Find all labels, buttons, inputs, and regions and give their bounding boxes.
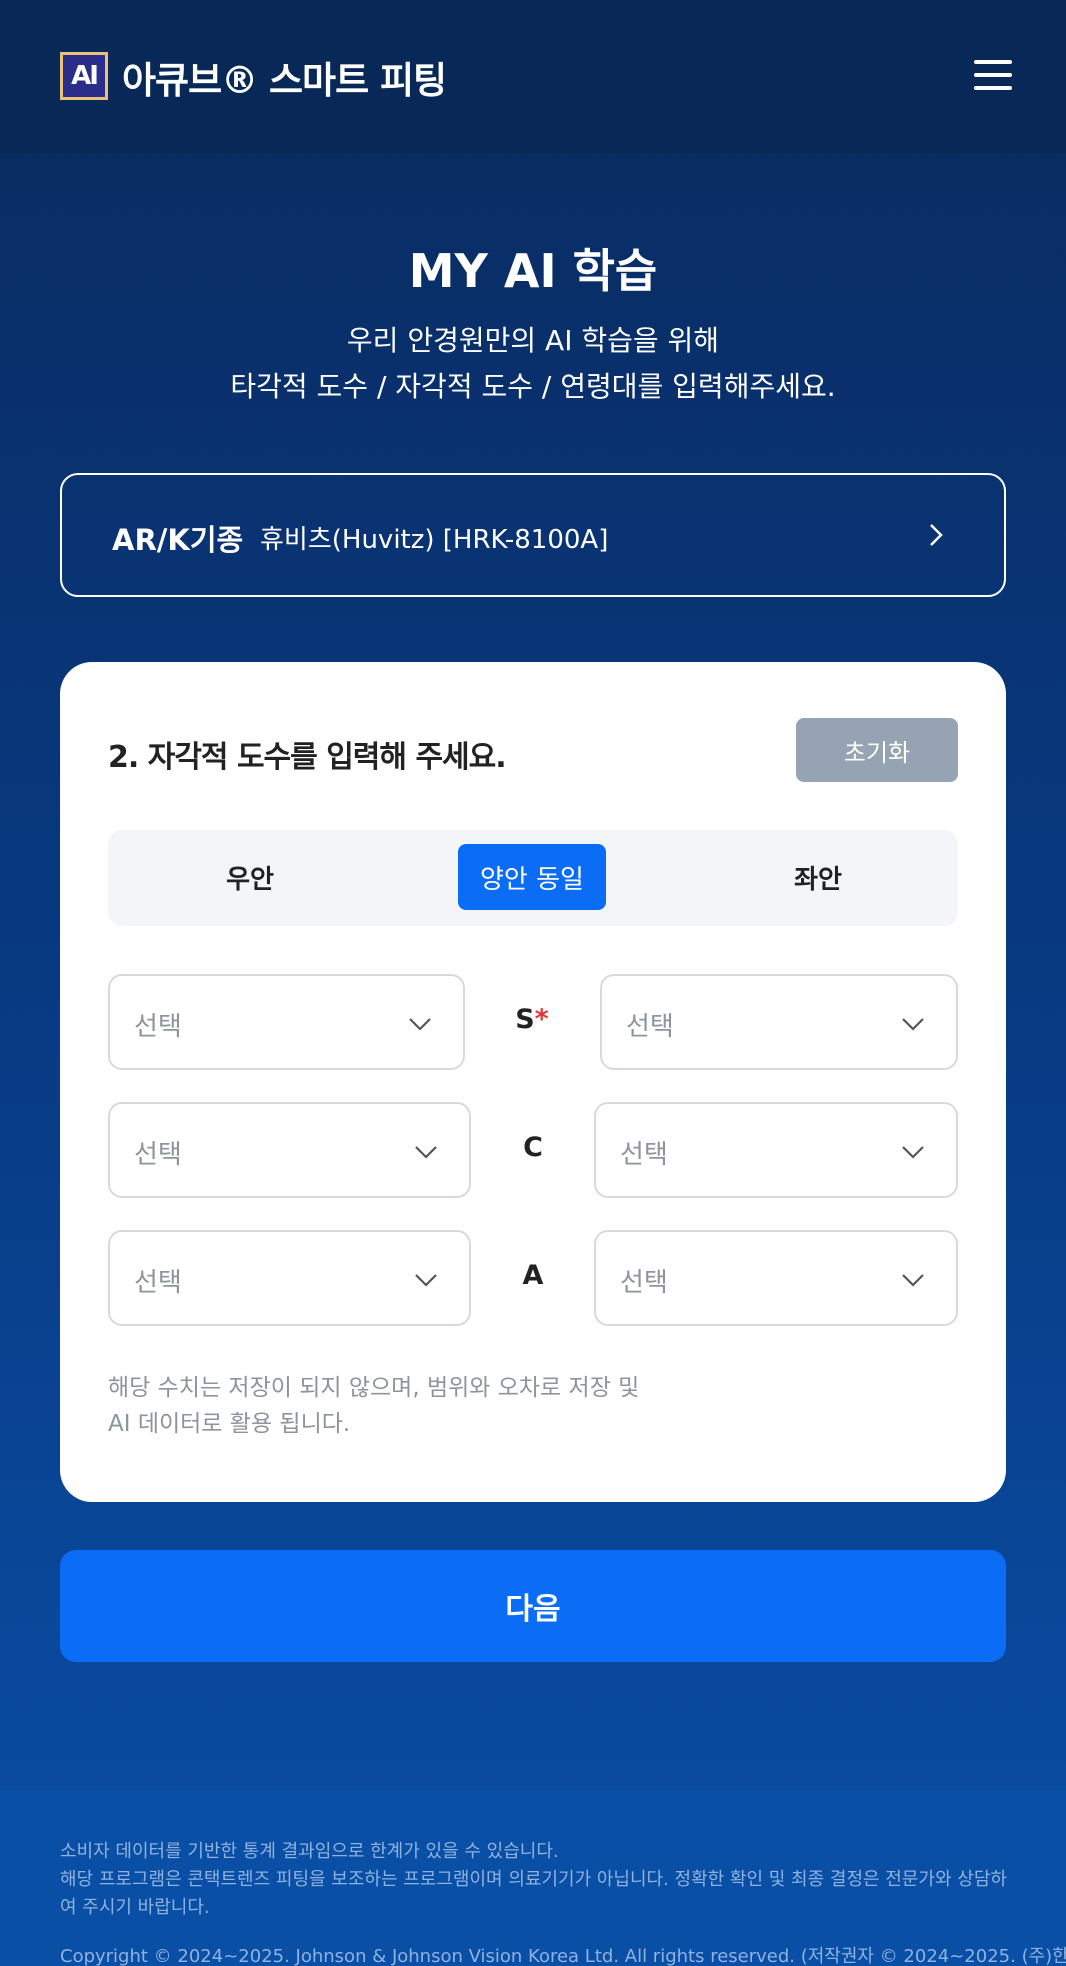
- chevron-right-icon: [930, 524, 943, 546]
- tab-right-eye[interactable]: 우안: [130, 844, 370, 910]
- s-label: S*: [502, 1004, 562, 1035]
- subjective-refraction-card: 2. 자각적 도수를 입력해 주세요. 초기화 우안 양안 동일 좌안 선택 S…: [60, 662, 1006, 1502]
- select-placeholder: 선택: [626, 1012, 674, 1042]
- subtitle-line-1: 우리 안경원만의 AI 학습을 위해: [346, 324, 720, 357]
- footer: 소비자 데이터를 기반한 통계 결과임으로 한계가 있을 수 있습니다. 해당 …: [0, 1790, 1066, 1966]
- select-placeholder: 선택: [134, 1268, 182, 1298]
- chevron-down-icon: [409, 1018, 431, 1031]
- a-label: A: [522, 1260, 544, 1291]
- a-left-select[interactable]: 선택: [594, 1230, 958, 1326]
- card-title: 2. 자각적 도수를 입력해 주세요.: [108, 740, 507, 775]
- c-right-select[interactable]: 선택: [108, 1102, 471, 1198]
- a-right-select[interactable]: 선택: [108, 1230, 471, 1326]
- note-line-2: AI 데이터로 활용 됩니다.: [108, 1411, 351, 1437]
- s-right-select[interactable]: 선택: [108, 974, 465, 1070]
- next-button[interactable]: 다음: [60, 1550, 1006, 1662]
- page-title: MY AI 학습: [408, 244, 658, 298]
- app-header: AI 아큐브® 스마트 피팅: [0, 0, 1066, 154]
- brand-title[interactable]: 아큐브® 스마트 피팅: [122, 50, 447, 104]
- select-placeholder: 선택: [134, 1140, 182, 1170]
- footer-disclaimer: 소비자 데이터를 기반한 통계 결과임으로 한계가 있을 수 있습니다. 해당 …: [60, 1838, 1010, 1922]
- tab-left-eye[interactable]: 좌안: [698, 844, 938, 910]
- disclaimer-line-2: 해당 프로그램은 콘택트렌즈 피팅을 보조하는 프로그램이며 의료기기가 아닙니…: [60, 1869, 1007, 1918]
- s-label-text: S: [515, 1004, 535, 1035]
- logo-text: AI: [71, 61, 99, 91]
- data-usage-note: 해당 수치는 저장이 되지 않으며, 범위와 오차로 저장 및 AI 데이터로 …: [108, 1370, 639, 1442]
- subtitle-line-2: 타각적 도수 / 자각적 도수 / 연령대를 입력해주세요.: [230, 370, 836, 403]
- chevron-down-icon: [902, 1274, 924, 1287]
- copyright-text: Copyright © 2024~2025. Johnson & Johnson…: [60, 1946, 1066, 1966]
- disclaimer-line-1: 소비자 데이터를 기반한 통계 결과임으로 한계가 있을 수 있습니다.: [60, 1841, 559, 1862]
- hamburger-menu-icon[interactable]: [974, 60, 1012, 90]
- reset-button[interactable]: 초기화: [796, 718, 958, 782]
- ark-model-selector[interactable]: AR/K기종 휴비츠(Huvitz) [HRK-8100A]: [60, 473, 1006, 597]
- select-placeholder: 선택: [620, 1140, 668, 1170]
- note-line-1: 해당 수치는 저장이 되지 않으며, 범위와 오차로 저장 및: [108, 1375, 640, 1401]
- ai-logo-icon: AI: [60, 52, 108, 100]
- select-placeholder: 선택: [134, 1012, 182, 1042]
- model-label: AR/K기종: [112, 523, 244, 557]
- chevron-down-icon: [902, 1146, 924, 1159]
- required-mark: *: [534, 1004, 549, 1035]
- chevron-down-icon: [415, 1274, 437, 1287]
- eye-segmented-control: 우안 양안 동일 좌안: [108, 830, 958, 926]
- chevron-down-icon: [415, 1146, 437, 1159]
- page-subtitle: 우리 안경원만의 AI 학습을 위해 타각적 도수 / 자각적 도수 / 연령대…: [0, 318, 1066, 410]
- c-left-select[interactable]: 선택: [594, 1102, 958, 1198]
- chevron-down-icon: [902, 1018, 924, 1031]
- model-value: 휴비츠(Huvitz) [HRK-8100A]: [260, 525, 609, 555]
- tab-both-eyes[interactable]: 양안 동일: [458, 844, 606, 910]
- s-left-select[interactable]: 선택: [600, 974, 958, 1070]
- c-label: C: [523, 1132, 543, 1163]
- select-placeholder: 선택: [620, 1268, 668, 1298]
